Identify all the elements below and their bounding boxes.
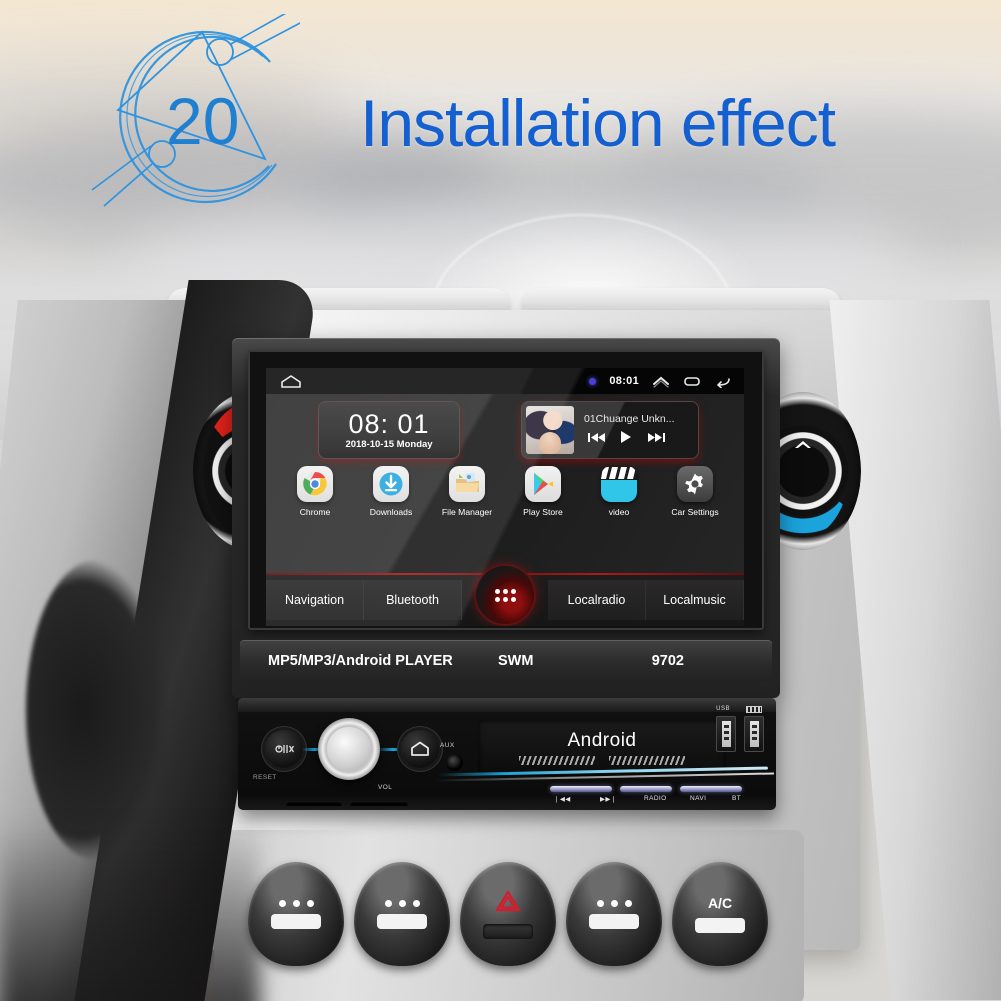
back-icon[interactable] [714,375,732,388]
app-label: video [608,507,630,517]
app-car-settings[interactable]: Car Settings [670,466,720,542]
panel-button-label-radio: RADIO [644,795,667,802]
climate-button-2[interactable] [354,862,450,966]
clock-widget-time: 08: 01 [348,409,430,439]
usb-label: USB [716,706,730,712]
home-icon[interactable] [280,374,302,388]
usb-port-charge[interactable] [744,716,764,752]
chevron-up-icon[interactable] [652,375,670,388]
panel-slot [350,801,408,806]
button-pad [589,913,639,929]
app-label: Play Store [523,507,563,517]
panel-button-label-navi: NAVI [690,795,707,802]
ac-label: A/C [707,895,733,911]
battery-charge-icon [746,706,762,713]
clapperboard-icon [601,466,637,502]
hazard-triangle-icon [495,890,521,917]
hazard-button[interactable] [460,862,556,966]
button-pad [695,918,745,933]
app-label: Car Settings [671,507,719,517]
gear-icon [677,466,713,502]
app-downloads[interactable]: Downloads [366,466,416,542]
vent-logo-icon [792,439,814,454]
emblem-number: 20 [166,84,240,158]
usb-ports [716,716,764,752]
panel-button-bar[interactable] [620,786,672,792]
app-video[interactable]: video [594,466,644,542]
widget-row: 08: 01 2018-10-15 Monday 01Chuange Unkn.… [266,396,744,462]
app-label: File Manager [441,507,493,517]
app-drawer-icon[interactable] [476,566,534,624]
page-title: Installation effect [360,86,836,160]
home-button[interactable] [401,730,439,768]
app-file-manager[interactable]: File Manager [442,466,492,542]
panel-segment-row [519,755,685,765]
segment-block [519,755,595,765]
unit-model-text: MP5/MP3/Android PLAYER [268,653,453,669]
recents-icon[interactable] [683,375,701,388]
panel-button-label-prev: ❘◀◀ [554,796,571,803]
previous-track-icon[interactable] [588,430,605,448]
clock-widget[interactable]: 08: 01 2018-10-15 Monday [319,402,459,458]
button-pad [377,913,427,929]
button-pad [483,923,533,939]
unit-brand: SWM [498,653,534,669]
chrome-icon [297,466,333,502]
track-title: 01Chuange Unkn... [584,412,675,425]
app-chrome[interactable]: Chrome [290,466,340,542]
button-pad [271,913,321,929]
reset-label: RESET [253,774,277,781]
panel-button-label-bt: BT [732,795,742,802]
panel-slot [286,801,342,806]
clock-widget-date: 2018-10-15 Monday [345,439,433,450]
screenshot-root: 08:01 08: 01 2018-10-15 Monday 01Chuange… [0,0,1001,1001]
unit-label-strip: MP5/MP3/Android PLAYER SWM 9702 [240,640,772,682]
volume-knob[interactable] [318,718,380,780]
app-grid: Chrome Downloads File Manager Play Store… [266,466,744,542]
vent-dots-icon [596,899,632,907]
play-store-icon [525,466,561,502]
unit-model-number: 9702 [651,653,684,669]
climate-control-row: A/C [248,862,768,966]
usb-port-data[interactable] [716,716,736,752]
app-label: Downloads [369,507,413,517]
android-screen[interactable]: 08:01 08: 01 2018-10-15 Monday 01Chuange… [266,368,744,626]
vol-label: VOL [378,784,393,791]
album-art [526,406,574,454]
segment-block [609,755,685,765]
dock-item-localradio[interactable]: Localradio [548,580,646,620]
vent-dots-icon [384,899,420,907]
next-track-icon[interactable] [648,430,665,448]
panel-button-bar[interactable] [680,786,742,792]
head-unit-front-panel: RESET VOL AUX Android USB ❘◀◀ ▶▶❘ RADIO … [238,698,776,810]
play-icon[interactable] [621,430,632,448]
dock-item-bluetooth[interactable]: Bluetooth [364,580,462,620]
status-bar-clock: 08:01 [609,375,639,387]
panel-button-bar[interactable] [550,786,612,792]
panel-button-label-next: ▶▶❘ [600,796,617,803]
dock-item-navigation[interactable]: Navigation [266,580,364,620]
dock-item-localmusic[interactable]: Localmusic [646,580,744,620]
status-bar: 08:01 [266,368,744,394]
climate-button-4[interactable] [566,862,662,966]
app-label: Chrome [299,507,331,517]
app-drawer-dots [494,588,516,602]
decorative-emblem: 20 [80,7,303,224]
panel-display-text: Android [567,729,637,751]
power-mute-button[interactable] [265,730,303,768]
footwell-shadow [0,820,260,1001]
dock-bar: Navigation Bluetooth Localradio Localmus… [266,566,744,626]
climate-button-1[interactable] [248,862,344,966]
aux-label: AUX [440,742,455,749]
ac-button[interactable]: A/C [672,862,768,966]
vent-dots-icon [278,899,314,907]
panel-top-lip [238,698,776,712]
folder-icon [449,466,485,502]
bluetooth-indicator-icon [589,377,597,385]
download-icon [373,466,409,502]
app-play-store[interactable]: Play Store [518,466,568,542]
aux-jack[interactable] [446,754,463,771]
dash-shadow-left [26,560,166,860]
music-widget[interactable]: 01Chuange Unkn... [522,402,698,458]
